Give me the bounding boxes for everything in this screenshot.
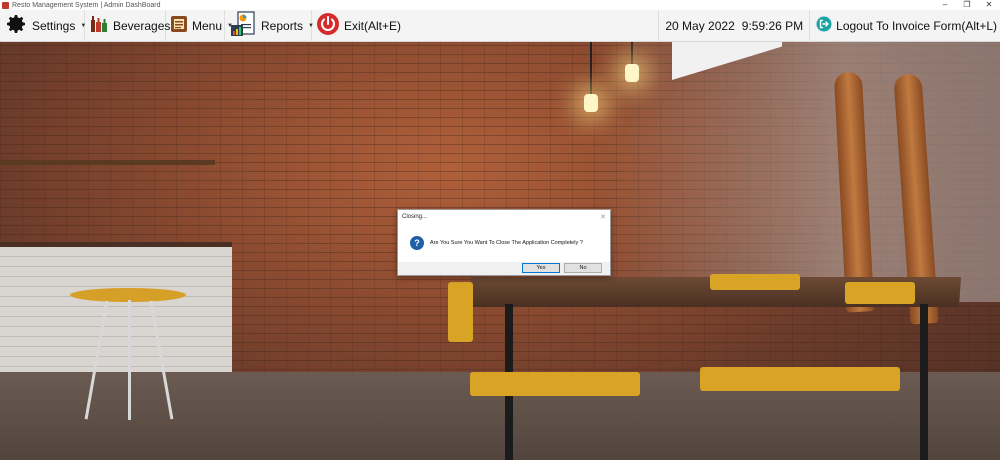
- main-menubar: Settings ▼ Beverages ▼ Menu ▼: [0, 9, 1000, 42]
- dialog-title: Closing...: [402, 214, 428, 220]
- window-titlebar: Resto Management System | Admin DashBoar…: [0, 0, 1000, 10]
- pendant-lamp: [584, 94, 598, 112]
- datetime-display: 20 May 2022 9:59:26 PM: [658, 9, 809, 42]
- pendant-lamp: [625, 64, 639, 82]
- window-controls: – ❐ ✕: [934, 0, 1000, 10]
- gear-icon: [4, 12, 28, 39]
- menubar-right: 20 May 2022 9:59:26 PM Logout To Invoice…: [658, 9, 1000, 42]
- dialog-buttons: Yes No: [398, 262, 610, 275]
- yes-button[interactable]: Yes: [522, 263, 560, 273]
- menu-beverages[interactable]: Beverages ▼: [85, 9, 181, 42]
- beverages-icon: [89, 14, 109, 37]
- lamp-cord: [590, 42, 592, 94]
- table-leg: [920, 304, 928, 460]
- power-icon: [316, 12, 340, 39]
- closing-dialog: Closing... ✕ ? Are You Sure You Want To …: [397, 209, 611, 276]
- menu-menu[interactable]: Menu ▼: [166, 9, 233, 42]
- no-button[interactable]: No: [564, 263, 602, 273]
- menu-reports-label: Reports: [261, 18, 304, 33]
- bar-counter: [0, 247, 232, 387]
- menu-exit[interactable]: Exit(Alt+E): [312, 10, 402, 42]
- chair: [470, 372, 640, 396]
- question-icon: ?: [410, 236, 424, 250]
- chair: [448, 282, 473, 342]
- current-date: 20 May 2022: [665, 18, 735, 33]
- menu-menu-label: Menu: [192, 18, 223, 33]
- reports-icon: [229, 11, 257, 40]
- chair: [700, 367, 900, 391]
- chair: [845, 282, 915, 304]
- logout-icon: [816, 16, 832, 35]
- dialog-body: ? Are You Sure You Want To Close The App…: [398, 224, 610, 262]
- close-icon[interactable]: ✕: [596, 213, 610, 221]
- menu-beverages-label: Beverages: [113, 18, 171, 33]
- menu-settings-label: Settings: [32, 18, 76, 33]
- wall-highlight: [600, 42, 1000, 302]
- menu-settings[interactable]: Settings ▼: [0, 9, 86, 42]
- dialog-message: Are You Sure You Want To Close The Appli…: [430, 240, 583, 246]
- logout-label: Logout To Invoice Form(Alt+L): [836, 18, 997, 33]
- wall-shelf: [0, 160, 215, 165]
- maximize-button[interactable]: ❐: [956, 0, 978, 10]
- minimize-button[interactable]: –: [934, 0, 956, 10]
- chair: [710, 274, 800, 290]
- menu-book-icon: [170, 15, 188, 36]
- current-time: 9:59:26 PM: [741, 18, 804, 33]
- menu-reports[interactable]: Reports ▼: [225, 9, 314, 42]
- close-window-button[interactable]: ✕: [978, 0, 1000, 10]
- app-icon: [2, 1, 9, 9]
- stool-leg: [128, 300, 131, 420]
- menu-exit-label: Exit(Alt+E): [344, 18, 402, 33]
- dialog-titlebar: Closing... ✕: [398, 210, 610, 224]
- logout-button[interactable]: Logout To Invoice Form(Alt+L): [809, 9, 1000, 42]
- window-title: Resto Management System | Admin DashBoar…: [12, 1, 161, 9]
- lamp-cord: [631, 42, 633, 64]
